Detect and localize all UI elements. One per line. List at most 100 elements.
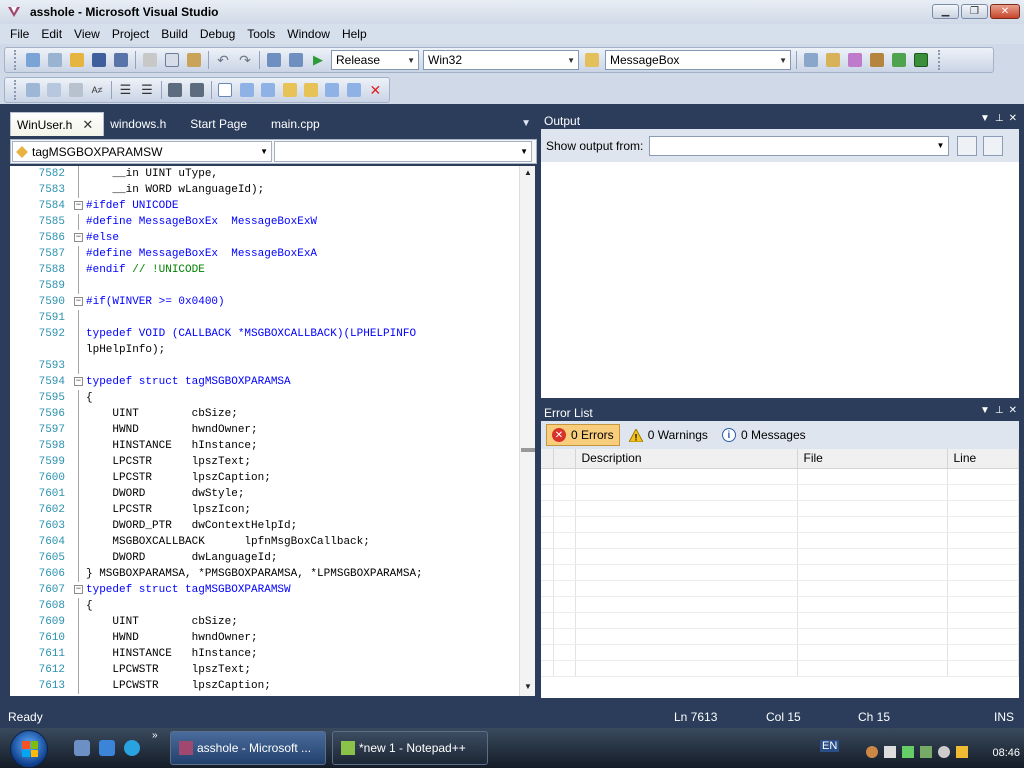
warnings-filter-button[interactable]: ! 0 Warnings [624,424,713,446]
output-source-select[interactable]: ▼ [649,135,950,156]
minimize-button[interactable]: ▁ [932,4,959,19]
tray-app-icon[interactable] [920,746,932,758]
increase-indent-button[interactable]: ☰ [136,79,157,101]
start-page-button[interactable] [888,49,910,71]
show-desktop-icon[interactable] [74,740,90,756]
quick-info-button[interactable] [65,79,86,101]
line-column-header[interactable]: Line [947,449,1019,469]
tab-windows-h[interactable]: windows.h [104,112,176,136]
menu-build[interactable]: Build [155,27,194,41]
toolbar-grip[interactable] [14,50,18,70]
toolbar-overflow[interactable] [938,50,942,70]
toolbox-button[interactable] [866,49,888,71]
properties-button[interactable] [822,49,844,71]
restore-button[interactable]: ❐ [961,4,988,19]
next-bookmark-in-document-button[interactable] [343,79,364,101]
clear-bookmarks-button[interactable]: ✕ [365,79,386,101]
close-pane-icon[interactable]: ✕ [1009,113,1017,124]
index-column-header[interactable] [553,449,576,469]
navigate-backward-button[interactable] [263,49,285,71]
toolbar-grip[interactable] [14,80,18,100]
complete-word-button[interactable]: A≠ [86,79,107,101]
parameter-info-button[interactable] [43,79,64,101]
toggle-bookmark-button[interactable] [214,79,235,101]
file-column-header[interactable]: File [797,449,948,469]
save-all-button[interactable] [110,49,132,71]
find-message-in-code-button[interactable] [957,135,978,156]
object-browser-button[interactable] [844,49,866,71]
types-dropdown[interactable]: tagMSGBOXPARAMSW ▼ [12,141,272,162]
command-window-button[interactable] [910,49,932,71]
vertical-scrollbar[interactable]: ▲ ▼ [519,166,535,696]
tab-main-cpp[interactable]: main.cpp [257,112,330,136]
new-project-button[interactable] [22,49,44,71]
menu-project[interactable]: Project [106,27,155,41]
window-position-icon[interactable]: ▼ [980,113,990,124]
clear-all-button[interactable] [983,135,1004,156]
taskbar-notepadpp-button[interactable]: *new 1 - Notepad++ [332,731,488,765]
previous-bookmark-button[interactable] [236,79,257,101]
scrollbar-thumb[interactable] [521,448,535,452]
auto-hide-pin-icon[interactable]: ⊥ [995,113,1004,124]
uncomment-button[interactable] [186,79,207,101]
taskbar-visual-studio-button[interactable]: asshole - Microsoft ... [170,731,326,765]
quick-launch-app-icon[interactable] [99,740,115,756]
next-bookmark-in-folder-button[interactable] [300,79,321,101]
description-column-header[interactable]: Description [575,449,798,469]
tray-app-icon[interactable] [866,746,878,758]
decrease-indent-button[interactable]: ☰ [115,79,136,101]
category-column-header[interactable] [541,449,554,469]
volume-icon[interactable] [938,746,950,758]
language-indicator[interactable]: EN [820,740,840,752]
menu-edit[interactable]: Edit [35,27,68,41]
internet-explorer-icon[interactable] [124,740,140,756]
clock[interactable]: 08:46 [992,747,1020,759]
navigate-forward-button[interactable] [285,49,307,71]
previous-bookmark-in-folder-button[interactable] [279,79,300,101]
menu-view[interactable]: View [68,27,106,41]
members-dropdown[interactable]: ▼ [274,141,532,162]
collapse-region-icon[interactable]: − [74,201,83,210]
redo-button[interactable]: ↷ [234,49,256,71]
close-tab-icon[interactable]: ✕ [82,117,93,133]
add-item-button[interactable] [44,49,66,71]
messages-filter-button[interactable]: i 0 Messages [717,424,811,446]
start-debugging-button[interactable]: ▶ [307,49,329,71]
previous-bookmark-in-document-button[interactable] [322,79,343,101]
undo-button[interactable]: ↶ [212,49,234,71]
comment-button[interactable] [165,79,186,101]
menu-debug[interactable]: Debug [194,27,241,41]
collapse-region-icon[interactable]: − [74,297,83,306]
next-bookmark-button[interactable] [257,79,278,101]
tray-app-icon[interactable] [902,746,914,758]
solution-explorer-button[interactable] [800,49,822,71]
collapse-region-icon[interactable]: − [74,377,83,386]
paste-button[interactable] [183,49,205,71]
find-in-files-button[interactable] [581,49,603,71]
tab-start-page[interactable]: Start Page [176,112,257,136]
scroll-up-icon[interactable]: ▲ [522,168,534,180]
solution-configuration-select[interactable]: Release ▼ [331,50,419,70]
menu-help[interactable]: Help [336,27,373,41]
close-pane-icon[interactable]: ✕ [1009,405,1017,416]
find-combo[interactable]: MessageBox ▼ [605,50,791,70]
code-view[interactable]: 7582 __in UINT uType, 7583 __in WORD wLan… [10,166,535,696]
member-list-button[interactable] [22,79,43,101]
open-file-button[interactable] [66,49,88,71]
collapse-region-icon[interactable]: − [74,585,83,594]
collapse-region-icon[interactable]: − [74,233,83,242]
menu-window[interactable]: Window [281,27,336,41]
copy-button[interactable] [161,49,183,71]
menu-tools[interactable]: Tools [241,27,281,41]
errors-filter-button[interactable]: ✕ 0 Errors [546,424,620,446]
auto-hide-pin-icon[interactable]: ⊥ [995,405,1004,416]
window-position-icon[interactable]: ▼ [980,405,990,416]
tab-winuser-h[interactable]: WinUser.h ✕ [10,112,105,136]
network-icon[interactable] [956,746,968,758]
close-button[interactable]: ✕ [990,4,1020,19]
menu-file[interactable]: File [0,27,35,41]
cut-button[interactable] [139,49,161,71]
start-button[interactable] [10,730,48,768]
quick-launch-overflow-icon[interactable]: » [152,730,158,741]
solution-platform-select[interactable]: Win32 ▼ [423,50,579,70]
